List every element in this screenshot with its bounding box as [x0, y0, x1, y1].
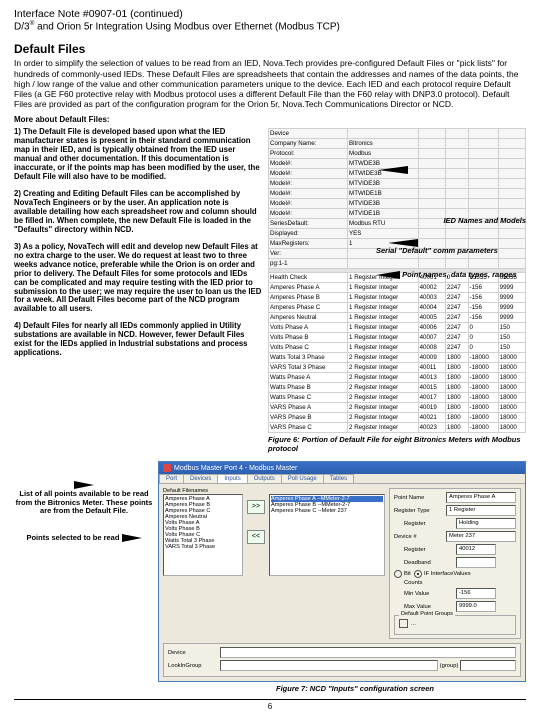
regtype-label: Register Type [394, 508, 446, 514]
arrow-icon [122, 534, 142, 542]
table-row: Watts Phase A2 Register Integer400131800… [269, 373, 526, 383]
window-titlebar: Modbus Master Port 4 - Modbus Master [159, 462, 525, 474]
callout-available-points: List of all points available to be read … [14, 481, 154, 516]
para-1: 1) The Default File is developed based u… [14, 128, 262, 182]
register-field[interactable]: 40012 [456, 544, 496, 555]
lower-device-label: Device [168, 650, 220, 656]
reg-field[interactable]: Holding [456, 518, 516, 529]
tab-outputs[interactable]: Outputs [247, 474, 282, 483]
device-field[interactable]: Meter 237 [446, 531, 516, 542]
annotation-serial-params: Serial "Default" comm parameters [376, 246, 526, 255]
meta-row: Displayed:YES [269, 229, 526, 239]
tab-port[interactable]: Port [159, 474, 184, 483]
deadband-field[interactable] [456, 557, 496, 568]
tab-pollusage[interactable]: Poll Usage [281, 474, 324, 483]
window-title: Modbus Master Port 4 - Modbus Master [174, 465, 297, 472]
group-title: Default Point Groups [399, 611, 455, 617]
meta-row: pg:1-1 [269, 259, 526, 269]
table-row: Amperes Phase C1 Register Integer4000422… [269, 303, 526, 313]
regtype-field[interactable]: 1 Register [446, 505, 516, 516]
table-row: VARS Total 3 Phase2 Register Integer4001… [269, 363, 526, 373]
lower-lookin-field[interactable] [220, 660, 438, 671]
lower-lookin-label: LookInGroup [168, 663, 220, 669]
para-3: 3) As a policy, NovaTech will edit and d… [14, 243, 262, 315]
footer-rule [14, 699, 526, 700]
tab-devices[interactable]: Devices [183, 474, 218, 483]
lower-device-field[interactable] [220, 647, 516, 658]
radio-bit[interactable] [394, 570, 402, 578]
annotation-point-names: Point names, data types, ranges [402, 270, 517, 279]
point-properties-panel: Point NameAmperes Phase A Register Type1… [389, 488, 521, 639]
list-item[interactable]: Amperes Phase C --Meter 237 [271, 508, 383, 514]
doc-subtitle: D/3® and Orion 5r Integration Using Modb… [14, 20, 526, 32]
meta-row: Model#:MTWIDE1B [269, 189, 526, 199]
pointname-label: Point Name [394, 495, 446, 501]
arrow-icon [376, 271, 400, 279]
table-row: Amperes Phase A1 Register Integer4000222… [269, 283, 526, 293]
doc-title: Interface Note #0907-01 (continued) [14, 8, 526, 20]
page-number: 6 [14, 702, 526, 711]
device-label: Device # [394, 534, 446, 540]
figure6-caption: Figure 6: Portion of Default File for ei… [268, 435, 526, 453]
table-row: Watts Phase C2 Register Integer400171800… [269, 393, 526, 403]
selected-points-list[interactable]: Amperes Phase A --MMeter-2-7Amperes Phas… [269, 494, 385, 576]
table-row: Volts Phase B1 Register Integer400072247… [269, 333, 526, 343]
meta-row: Company Name:Bitronics [269, 139, 526, 149]
table-row: VARS Phase B2 Register Integer400211800-… [269, 413, 526, 423]
remove-button[interactable]: << [247, 530, 265, 544]
maxv-label: Max Value [404, 604, 456, 610]
para-4: 4) Default Files for nearly all IEDs com… [14, 322, 262, 358]
register-label: Register [404, 547, 456, 553]
available-points-list[interactable]: Amperes Phase AAmperes Phase BAmperes Ph… [163, 494, 243, 576]
tab-inputs[interactable]: Inputs [217, 474, 247, 483]
annotation-ied-names: IED Names and Models [443, 216, 526, 225]
arrow-icon [74, 481, 94, 489]
reg-label: Register [404, 521, 456, 527]
section-heading: Default Files [14, 42, 526, 56]
table-row: Volts Phase A1 Register Integer400062247… [269, 323, 526, 333]
subsection-heading: More about Default Files: [14, 115, 526, 124]
table-row: Amperes Phase B1 Register Integer4000322… [269, 293, 526, 303]
tab-strip: PortDevicesInputsOutputsPoll UsageTables [159, 474, 525, 484]
table-row: Volts Phase C1 Register Integer400082247… [269, 343, 526, 353]
table-row: VARS Phase C2 Register Integer400231800-… [269, 423, 526, 433]
add-button[interactable]: >> [247, 500, 265, 514]
checkbox[interactable] [399, 619, 408, 628]
app-icon [163, 464, 171, 472]
maxv-field[interactable]: 9999.0 [456, 601, 496, 612]
minv-field[interactable]: -156 [456, 588, 496, 599]
para-2: 2) Creating and Editing Default Files ca… [14, 190, 262, 235]
list-item[interactable]: VARS Total 3 Phase [165, 544, 241, 550]
callout-selected-points: Points selected to be read [14, 534, 154, 543]
table-row: VARS Phase A2 Register Integer400191800-… [269, 403, 526, 413]
ncd-config-window: Modbus Master Port 4 - Modbus Master Por… [158, 461, 526, 682]
deadband-label: Deadband [404, 560, 456, 566]
meta-row: Protocol:Modbus [269, 149, 526, 159]
arrow-icon [378, 166, 408, 174]
tab-tables[interactable]: Tables [323, 474, 354, 483]
lower-group-field[interactable] [460, 660, 516, 671]
pointname-field[interactable]: Amperes Phase A [446, 492, 516, 503]
meta-row: Model#:MTVIDE3B [269, 199, 526, 209]
minv-label: Min Value [404, 591, 456, 597]
meta-row: Device [269, 129, 526, 139]
table-row: Watts Total 3 Phase2 Register Integer400… [269, 353, 526, 363]
intro-paragraph: In order to simplify the selection of va… [14, 58, 526, 109]
radio-ifvals[interactable] [414, 570, 422, 578]
table-row: Amperes Neutral1 Register Integer4000522… [269, 313, 526, 323]
table-row: Watts Phase B2 Register Integer400151800… [269, 383, 526, 393]
figure7-caption: Figure 7: NCD "Inputs" configuration scr… [184, 684, 526, 693]
